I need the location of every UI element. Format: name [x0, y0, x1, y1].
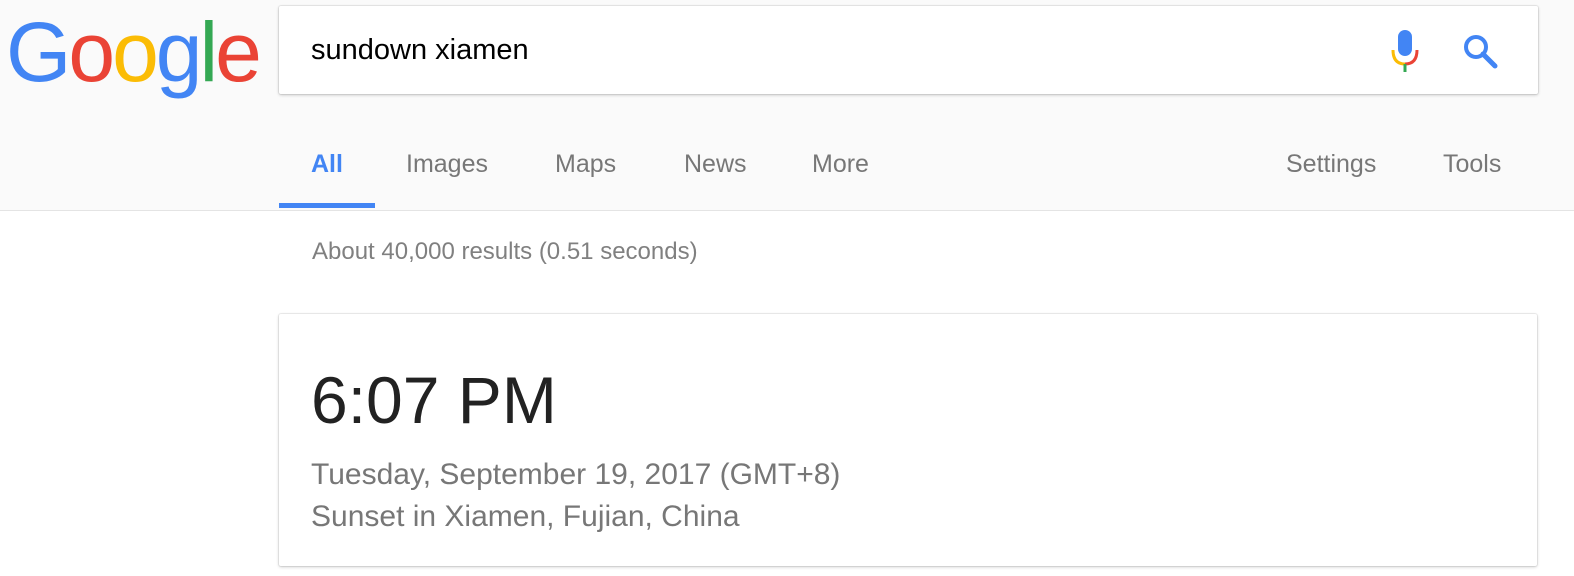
sunset-location: Sunset in Xiamen, Fujian, China	[311, 500, 740, 533]
tab-news[interactable]: News	[684, 150, 747, 179]
sunset-time: 6:07 PM	[311, 363, 557, 437]
logo-letter: e	[215, 5, 262, 99]
settings-link[interactable]: Settings	[1286, 150, 1376, 179]
tab-images[interactable]: Images	[406, 150, 488, 179]
tab-maps[interactable]: Maps	[555, 150, 616, 179]
sunset-date: Tuesday, September 19, 2017 (GMT+8)	[311, 458, 841, 491]
logo-letter: l	[199, 5, 219, 99]
google-logo[interactable]: Google	[6, 2, 262, 102]
logo-letter: g	[155, 5, 203, 99]
sunset-answer-card: 6:07 PM Tuesday, September 19, 2017 (GMT…	[279, 314, 1537, 566]
search-box	[279, 6, 1538, 94]
logo-letter: o	[68, 5, 115, 99]
header: Google All Images Maps News More Setting…	[0, 0, 1574, 211]
tab-more[interactable]: More	[812, 150, 869, 179]
logo-letter: o	[112, 5, 159, 99]
tab-bar: All Images Maps News More Settings Tools	[0, 130, 1574, 210]
tools-link[interactable]: Tools	[1443, 150, 1501, 179]
search-input[interactable]	[311, 28, 1311, 72]
search-icon[interactable]	[1461, 32, 1501, 72]
active-tab-indicator	[279, 203, 375, 208]
mic-icon[interactable]	[1387, 28, 1423, 78]
logo-letter: G	[6, 5, 71, 99]
tab-all[interactable]: All	[311, 150, 343, 179]
result-stats: About 40,000 results (0.51 seconds)	[312, 238, 698, 265]
